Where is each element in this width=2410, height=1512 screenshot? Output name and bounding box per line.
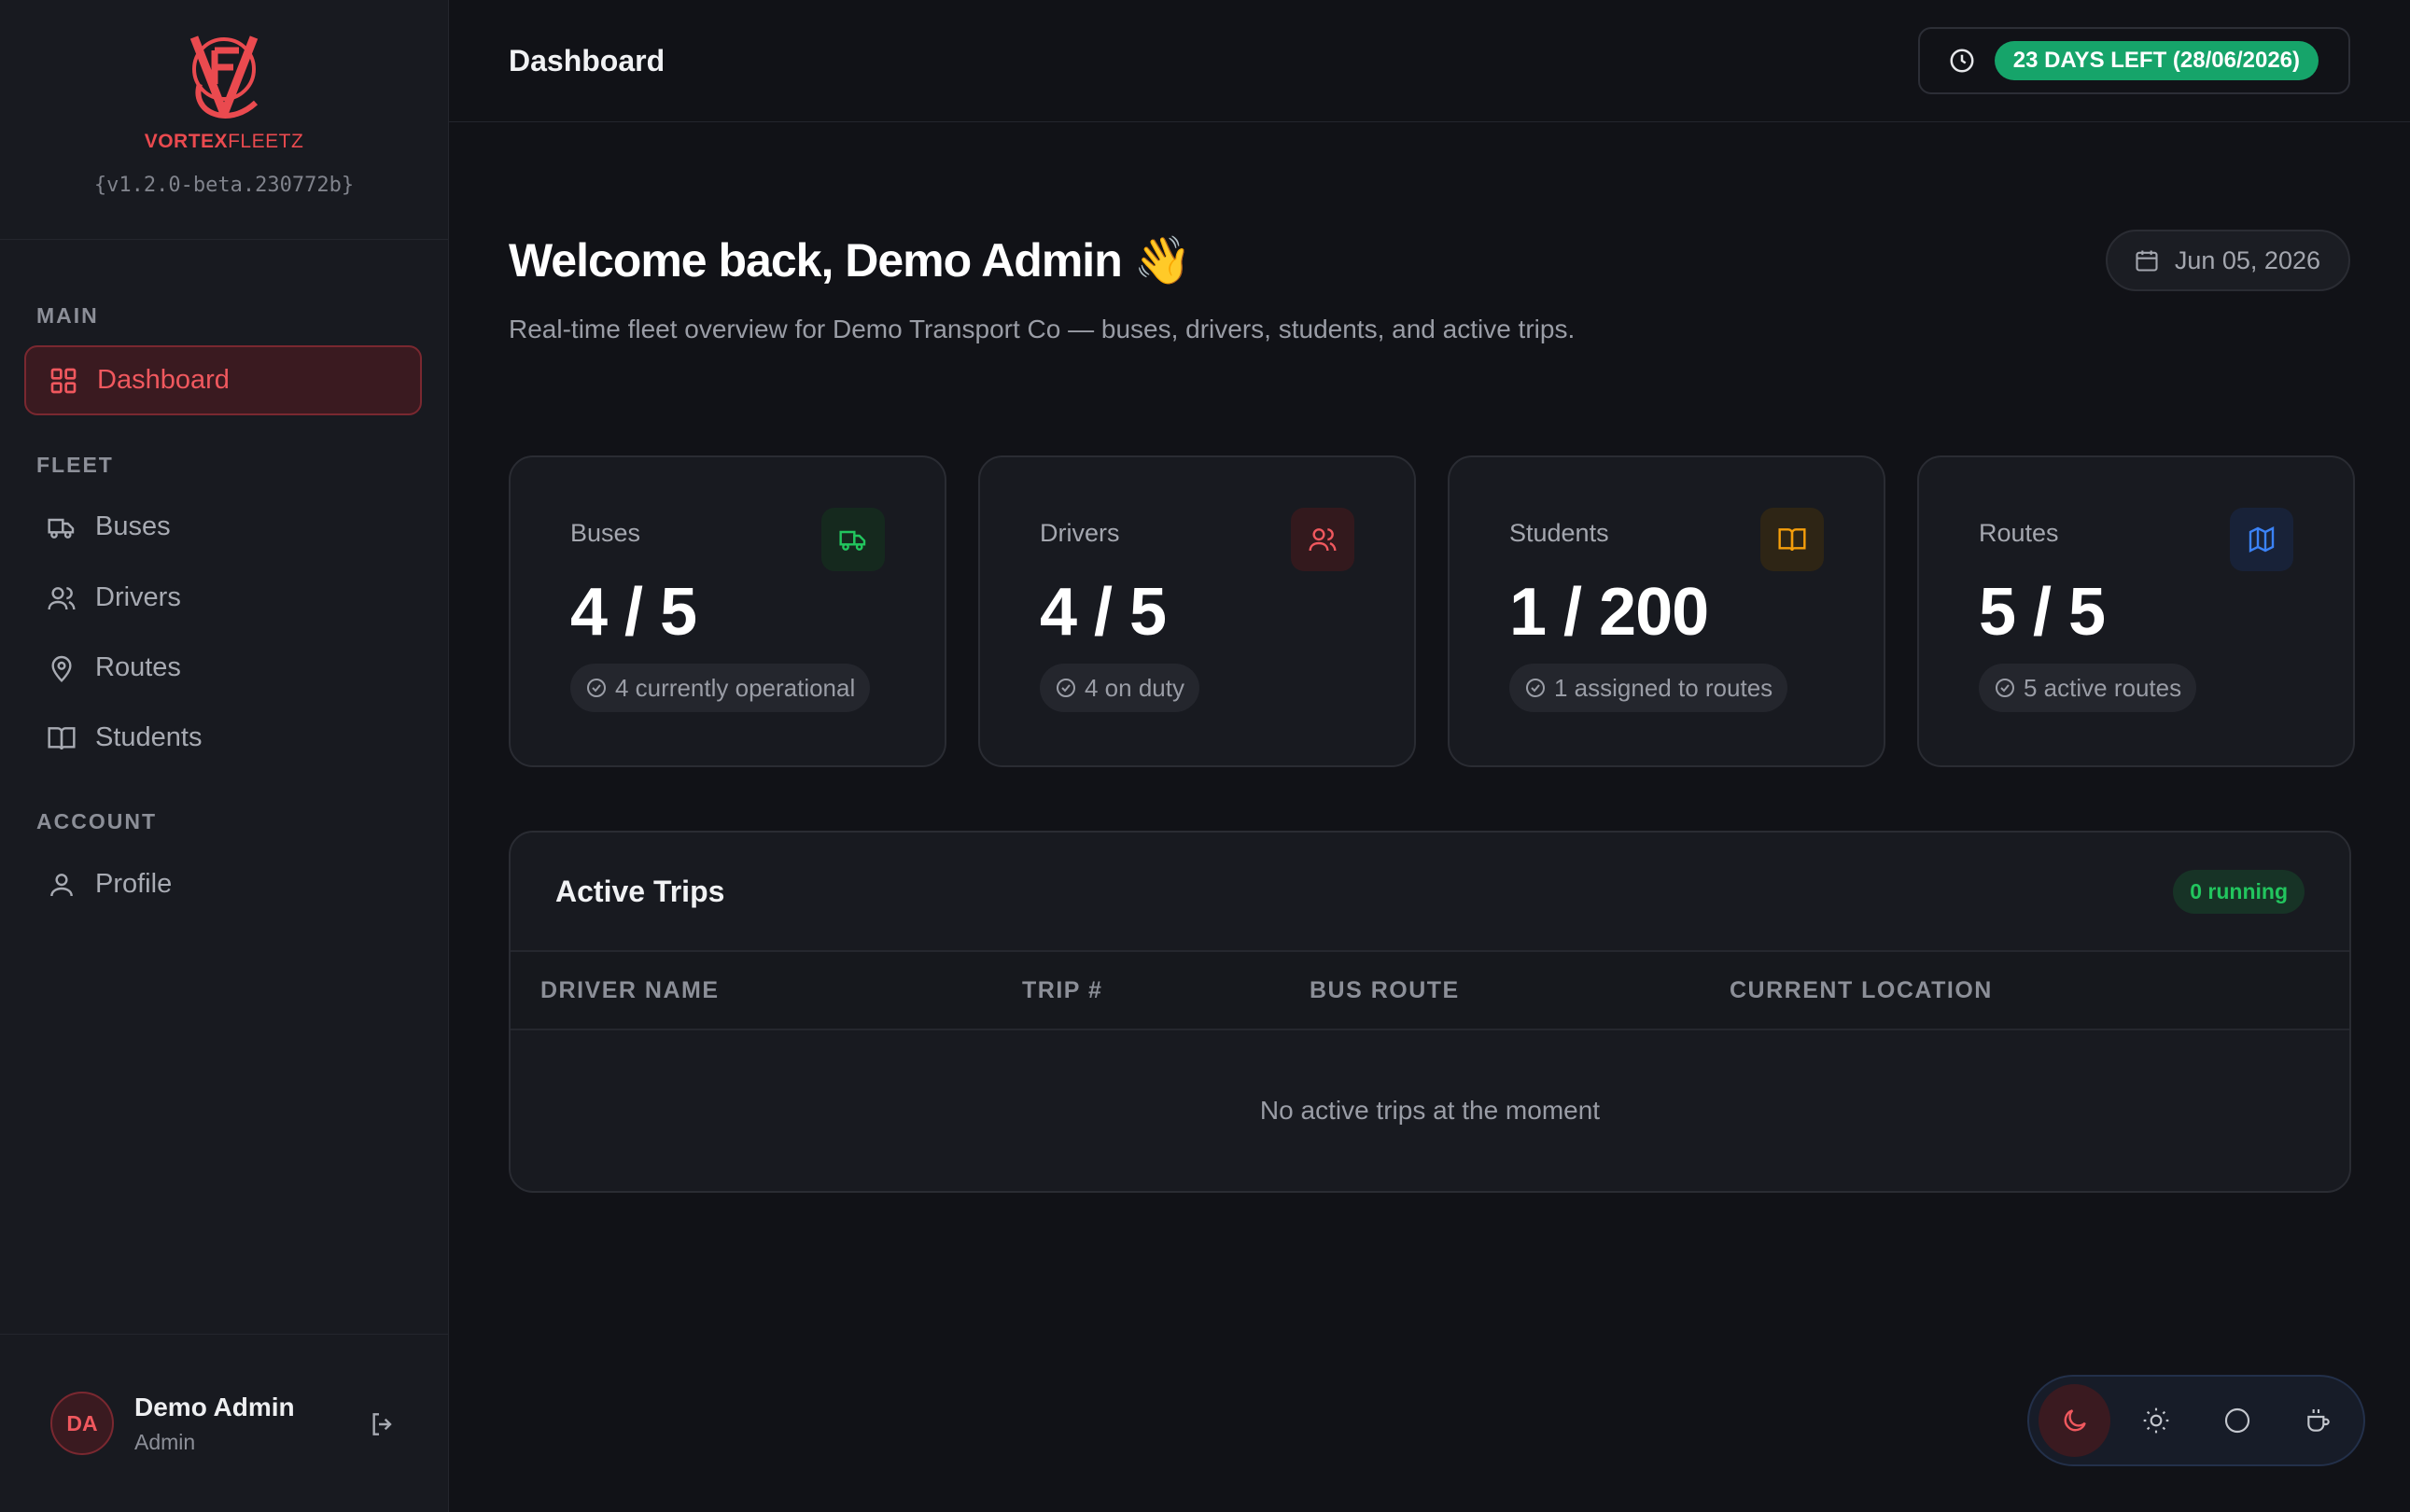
stat-card-drivers[interactable]: Drivers 4 / 5 4 on duty	[978, 455, 1416, 767]
stat-value: 1 / 200	[1509, 575, 1709, 650]
column-header-current-location[interactable]: CURRENT LOCATION	[1730, 977, 1993, 1004]
users-icon	[48, 586, 76, 609]
book-icon	[1760, 508, 1824, 571]
license-days-badge: 23 DAYS LEFT (28/06/2026)	[1994, 41, 2319, 80]
book-icon	[48, 726, 76, 749]
column-header-bus-route[interactable]: BUS ROUTE	[1310, 977, 1460, 1004]
nav-section-account: ACCOUNT	[36, 809, 157, 833]
stat-label: Routes	[1979, 519, 2059, 547]
clock-icon	[1950, 49, 1974, 73]
grid-icon	[50, 368, 77, 393]
user-icon	[50, 873, 73, 896]
welcome-title: Welcome back, Demo Admin 👋	[509, 234, 1192, 287]
logout-button[interactable]	[368, 1409, 398, 1439]
sidebar-item-drivers[interactable]: Drivers	[24, 563, 422, 633]
stat-sub-badge: 4 currently operational	[570, 664, 871, 712]
sidebar-item-label: Buses	[95, 511, 171, 541]
sidebar-item-dashboard[interactable]: Dashboard	[24, 345, 422, 415]
circle-icon	[2224, 1407, 2249, 1434]
empty-state-message: No active trips at the moment	[1259, 1096, 1601, 1125]
stat-value: 5 / 5	[1979, 575, 2106, 650]
stat-sub-badge: 4 on duty	[1040, 664, 1199, 712]
app-version: {v1.2.0-beta.230772b}	[93, 174, 355, 197]
stats-cards: Buses 4 / 5 4 currently operational Driv…	[509, 455, 2355, 767]
main-content: Dashboard 23 DAYS LEFT (28/06/2026) Welc…	[449, 0, 2410, 1512]
coffee-icon	[2306, 1409, 2330, 1432]
user-name: Demo Admin	[134, 1392, 295, 1421]
map-icon	[2230, 508, 2293, 571]
users-icon	[1291, 508, 1354, 571]
column-header-driver-name[interactable]: DRIVER NAME	[540, 977, 720, 1004]
sun-icon	[2143, 1407, 2168, 1434]
running-count-badge: 0 running	[2173, 869, 2305, 914]
user-panel: DA Demo Admin Admin	[0, 1334, 449, 1512]
stat-value: 4 / 5	[1040, 575, 1167, 650]
theme-light-button[interactable]	[2120, 1384, 2192, 1457]
column-header-trip-number[interactable]: TRIP #	[1022, 977, 1102, 1004]
stat-label: Buses	[570, 519, 641, 547]
stat-label: Students	[1509, 519, 1609, 547]
theme-warm-button[interactable]	[2282, 1384, 2354, 1457]
brand-wordmark: VORTEXFLEETZ	[144, 131, 304, 152]
sidebar-item-label: Drivers	[95, 582, 181, 612]
vortexfleet-logo-icon[interactable]	[181, 28, 267, 131]
license-status[interactable]: 23 DAYS LEFT (28/06/2026)	[1917, 27, 2350, 94]
moon-icon	[2064, 1409, 2086, 1432]
sidebar-item-students[interactable]: Students	[24, 703, 422, 773]
check-circle-icon	[1057, 679, 1075, 697]
check-circle-icon	[1996, 679, 2014, 697]
sidebar-item-label: Students	[95, 722, 203, 752]
sidebar-item-label: Profile	[95, 869, 173, 899]
stat-card-routes[interactable]: Routes 5 / 5 5 active routes	[1917, 455, 2355, 767]
theme-switcher	[2027, 1375, 2365, 1466]
date-chip[interactable]: Jun 05, 2026	[2105, 230, 2350, 291]
logout-icon	[372, 1413, 392, 1435]
brand: VORTEXFLEETZ {v1.2.0-beta.230772b}	[0, 0, 448, 240]
current-date: Jun 05, 2026	[2174, 245, 2320, 274]
calendar-icon	[2136, 250, 2158, 272]
theme-system-button[interactable]	[2201, 1384, 2273, 1457]
sidebar-item-buses[interactable]: Buses	[24, 492, 422, 562]
truck-icon	[48, 518, 75, 539]
avatar[interactable]: DA	[50, 1392, 114, 1455]
stat-value: 4 / 5	[570, 575, 697, 650]
stat-card-buses[interactable]: Buses 4 / 5 4 currently operational	[509, 455, 946, 767]
sidebar-item-profile[interactable]: Profile	[24, 849, 422, 919]
stat-sub-badge: 1 assigned to routes	[1509, 664, 1788, 712]
sidebar: VORTEXFLEETZ {v1.2.0-beta.230772b} MAIN …	[0, 0, 449, 1512]
nav-section-fleet: FLEET	[36, 453, 114, 477]
sidebar-item-label: Dashboard	[97, 365, 230, 395]
user-role: Admin	[134, 1429, 196, 1454]
nav-section-main: MAIN	[36, 303, 99, 328]
theme-dark-button[interactable]	[2039, 1384, 2110, 1457]
page-title: Dashboard	[509, 43, 666, 77]
trips-table-header: DRIVER NAME TRIP # BUS ROUTE CURRENT LOC…	[511, 952, 2349, 1030]
sidebar-item-routes[interactable]: Routes	[24, 633, 422, 703]
top-bar: Dashboard 23 DAYS LEFT (28/06/2026)	[449, 0, 2410, 122]
check-circle-icon	[1526, 679, 1545, 697]
map-pin-icon	[51, 655, 72, 682]
stat-sub-badge: 5 active routes	[1979, 664, 2197, 712]
check-circle-icon	[587, 679, 606, 697]
sidebar-item-label: Routes	[95, 652, 181, 682]
truck-icon	[821, 508, 885, 571]
welcome-subtitle: Real-time fleet overview for Demo Transp…	[509, 315, 1576, 343]
welcome-section: Welcome back, Demo Admin 👋 Real-time fle…	[509, 233, 1575, 344]
stat-card-students[interactable]: Students 1 / 200 1 assigned to routes	[1448, 455, 1885, 767]
active-trips-panel: Active Trips 0 running DRIVER NAME TRIP …	[509, 831, 2351, 1193]
stat-label: Drivers	[1040, 519, 1120, 547]
active-trips-title: Active Trips	[555, 874, 725, 908]
